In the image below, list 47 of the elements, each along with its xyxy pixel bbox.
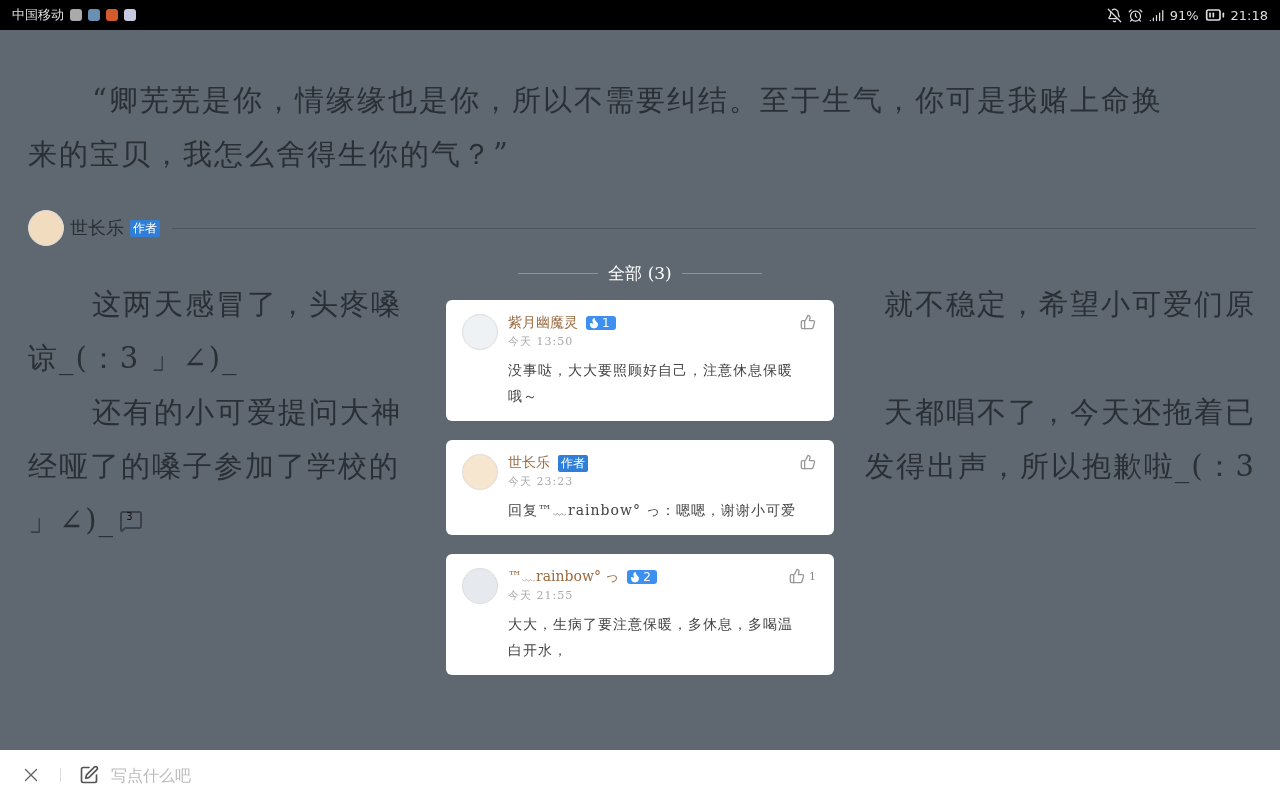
chapter-text: 天都唱不了，今天还拖着已 bbox=[884, 394, 1256, 431]
chapter-text: 谅_(：3 」∠)_ bbox=[28, 340, 239, 378]
fan-level-badge: 2 bbox=[627, 570, 657, 584]
comment-time: 今天 21:55 bbox=[508, 588, 575, 603]
mute-icon bbox=[1106, 7, 1122, 23]
carrier-name: 中国移动 bbox=[12, 6, 64, 24]
edit-icon[interactable] bbox=[79, 765, 99, 785]
like-icon[interactable] bbox=[800, 314, 816, 330]
popup-title: 全部 (3) bbox=[608, 262, 672, 285]
author-tag: 作者 bbox=[130, 219, 160, 237]
author-tag: 作者 bbox=[558, 454, 588, 472]
chapter-text: 就不稳定，希望小可爱们原 bbox=[884, 286, 1256, 323]
comment-time: 今天 13:50 bbox=[508, 334, 575, 349]
user-name: 世长乐 bbox=[508, 454, 550, 472]
app-icon bbox=[124, 9, 136, 21]
chapter-text: 还有的小可爱提问大神 bbox=[92, 394, 402, 431]
app-icon bbox=[106, 9, 118, 21]
comment-text: 回复™﹏rainbow° っ：嗯嗯，谢谢小可爱 bbox=[508, 501, 798, 520]
like-icon[interactable] bbox=[800, 454, 816, 470]
chapter-text: 经哑了的嗓子参加了学校的 bbox=[28, 448, 400, 485]
author-avatar bbox=[28, 210, 64, 246]
signal-icon bbox=[1148, 7, 1164, 23]
comment-text: 没事哒，大大要照顾好自己，注意休息保暖哦～ bbox=[508, 361, 794, 406]
clock-time: 21:18 bbox=[1230, 7, 1268, 23]
chapter-text: “卿芜芜是你，情缘缘也是你，所以不需要纠结。至于生气，你可是我赌上命换 bbox=[92, 82, 1163, 119]
author-name: 世长乐 bbox=[70, 216, 124, 240]
fan-level-badge: 1 bbox=[586, 316, 616, 330]
like-icon[interactable] bbox=[789, 568, 805, 584]
comment-text: 大大，生病了要注意保暖，多休息，多喝温白开水， bbox=[508, 615, 794, 660]
app-icon bbox=[88, 9, 100, 21]
chapter-text: 这两天感冒了，头疼嗓 bbox=[92, 286, 402, 323]
chapter-text: 来的宝贝，我怎么舍得生你的气？” bbox=[28, 136, 510, 173]
user-avatar bbox=[462, 454, 498, 490]
app-icon bbox=[70, 9, 82, 21]
like-count: 1 bbox=[809, 569, 816, 583]
comment-bar[interactable]: 写点什么吧 bbox=[0, 750, 1280, 800]
user-avatar bbox=[462, 568, 498, 604]
user-avatar bbox=[462, 314, 498, 350]
alarm-icon bbox=[1127, 7, 1143, 23]
comment-bubble-icon[interactable] bbox=[119, 509, 144, 533]
battery-percent: 91% bbox=[1169, 7, 1199, 23]
comment-count: 3 bbox=[126, 511, 133, 522]
user-name: 紫月幽魔灵 bbox=[508, 314, 578, 332]
chapter-text: 」∠)_ bbox=[28, 502, 116, 540]
user-name: ™﹏rainbow° っ bbox=[508, 568, 620, 586]
chapter-text: 发得出声，所以抱歉啦_(：3 bbox=[864, 448, 1256, 486]
comment-time: 今天 23:23 bbox=[508, 474, 575, 489]
